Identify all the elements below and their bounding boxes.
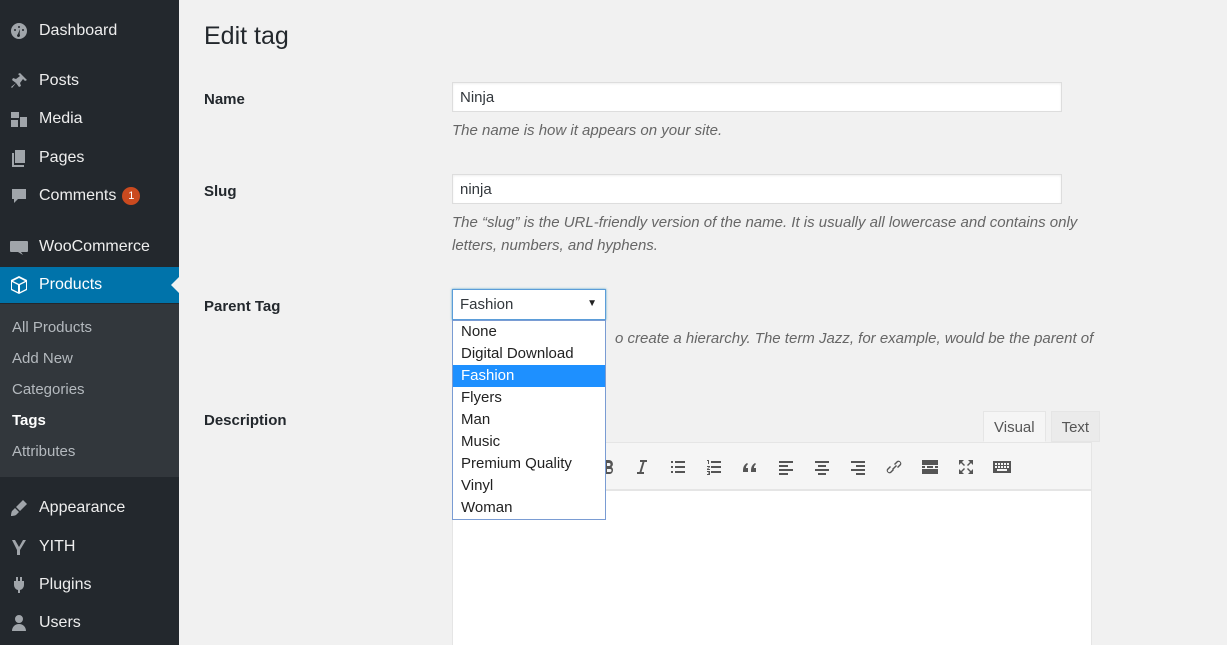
description-label: Description [204, 412, 287, 429]
menu-appearance-label: Appearance [39, 499, 126, 516]
link-icon[interactable] [882, 455, 906, 479]
slug-label: Slug [204, 183, 237, 200]
menu-pages[interactable]: Pages [0, 140, 179, 176]
align-left-icon[interactable] [774, 455, 798, 479]
tab-text[interactable]: Text [1050, 411, 1101, 442]
parent-option-man[interactable]: Man [453, 409, 605, 431]
submenu-categories[interactable]: Categories [0, 374, 179, 405]
menu-media-label: Media [39, 110, 83, 127]
blockquote-icon[interactable] [738, 455, 762, 479]
users-icon [8, 612, 30, 634]
admin-sidebar: Dashboard Posts Media Pages Comments 1 W… [0, 0, 179, 645]
menu-yith-label: YITH [39, 538, 76, 555]
fullscreen-icon[interactable] [954, 455, 978, 479]
parent-option-woman[interactable]: Woman [453, 497, 605, 519]
menu-plugins[interactable]: Plugins [0, 567, 179, 603]
menu-users[interactable]: Users [0, 605, 179, 641]
slug-hint-line-1: The “slug” is the URL-friendly version o… [452, 214, 1078, 231]
woocommerce-icon [8, 236, 30, 258]
menu-users-label: Users [39, 614, 81, 631]
parent-option-music[interactable]: Music [453, 431, 605, 453]
comments-icon [8, 185, 30, 207]
submenu-attributes[interactable]: Attributes [0, 436, 179, 467]
menu-media[interactable]: Media [0, 101, 179, 137]
menu-products[interactable]: Products [0, 267, 179, 303]
parent-tag-select[interactable]: Fashion ▼ [452, 289, 606, 320]
menu-posts-label: Posts [39, 72, 80, 89]
menu-woocommerce-label: WooCommerce [39, 238, 150, 255]
parent-option-none[interactable]: None [453, 321, 605, 343]
toolbar-toggle-icon[interactable] [990, 455, 1014, 479]
parent-option-premium-quality[interactable]: Premium Quality [453, 453, 605, 475]
parent-tag-dropdown: None Digital Download Fashion Flyers Man… [452, 320, 606, 520]
parent-tag-selected-value: Fashion [460, 296, 514, 313]
menu-dashboard-label: Dashboard [39, 22, 118, 39]
products-icon [8, 274, 30, 296]
menu-posts[interactable]: Posts [0, 63, 179, 99]
parent-option-flyers[interactable]: Flyers [453, 387, 605, 409]
dashboard-icon [8, 20, 30, 42]
chevron-down-icon: ▼ [587, 298, 597, 309]
slug-hint-line-2: letters, numbers, and hyphens. [452, 237, 658, 254]
pages-icon [8, 147, 30, 169]
comments-count-badge: 1 [122, 187, 141, 205]
submenu-all-products[interactable]: All Products [0, 312, 179, 343]
align-center-icon[interactable] [810, 455, 834, 479]
bullet-list-icon[interactable] [666, 455, 690, 479]
yith-icon [8, 536, 30, 558]
numbered-list-icon[interactable] [702, 455, 726, 479]
menu-yith[interactable]: YITH [0, 529, 179, 565]
appearance-icon [8, 497, 30, 519]
align-right-icon[interactable] [846, 455, 870, 479]
menu-comments-label: Comments [39, 187, 117, 204]
parent-option-digital-download[interactable]: Digital Download [453, 343, 605, 365]
menu-woocommerce[interactable]: WooCommerce [0, 229, 179, 265]
parent-tag-hint: o create a hierarchy. The term Jazz, for… [615, 330, 1094, 347]
parent-tag-label: Parent Tag [204, 298, 281, 315]
name-input[interactable] [452, 82, 1062, 112]
submenu-tags[interactable]: Tags [0, 405, 179, 436]
parent-option-vinyl[interactable]: Vinyl [453, 475, 605, 497]
name-hint: The name is how it appears on your site. [452, 122, 723, 139]
slug-input[interactable] [452, 174, 1062, 204]
menu-dashboard[interactable]: Dashboard [0, 13, 179, 49]
media-icon [8, 108, 30, 130]
name-label: Name [204, 91, 245, 108]
editor-tabs: Visual Text [983, 411, 1101, 442]
menu-comments[interactable]: Comments 1 [0, 178, 179, 214]
read-more-icon[interactable] [918, 455, 942, 479]
parent-option-fashion[interactable]: Fashion [453, 365, 605, 387]
menu-plugins-label: Plugins [39, 576, 92, 593]
products-submenu: All Products Add New Categories Tags Att… [0, 304, 179, 477]
page-title: Edit tag [204, 22, 289, 50]
posts-icon [8, 70, 30, 92]
plugins-icon [8, 574, 30, 596]
italic-icon[interactable] [630, 455, 654, 479]
menu-products-label: Products [39, 276, 103, 293]
menu-appearance[interactable]: Appearance [0, 490, 179, 526]
tab-visual[interactable]: Visual [983, 411, 1046, 442]
menu-pages-label: Pages [39, 149, 85, 166]
submenu-add-new[interactable]: Add New [0, 343, 179, 374]
